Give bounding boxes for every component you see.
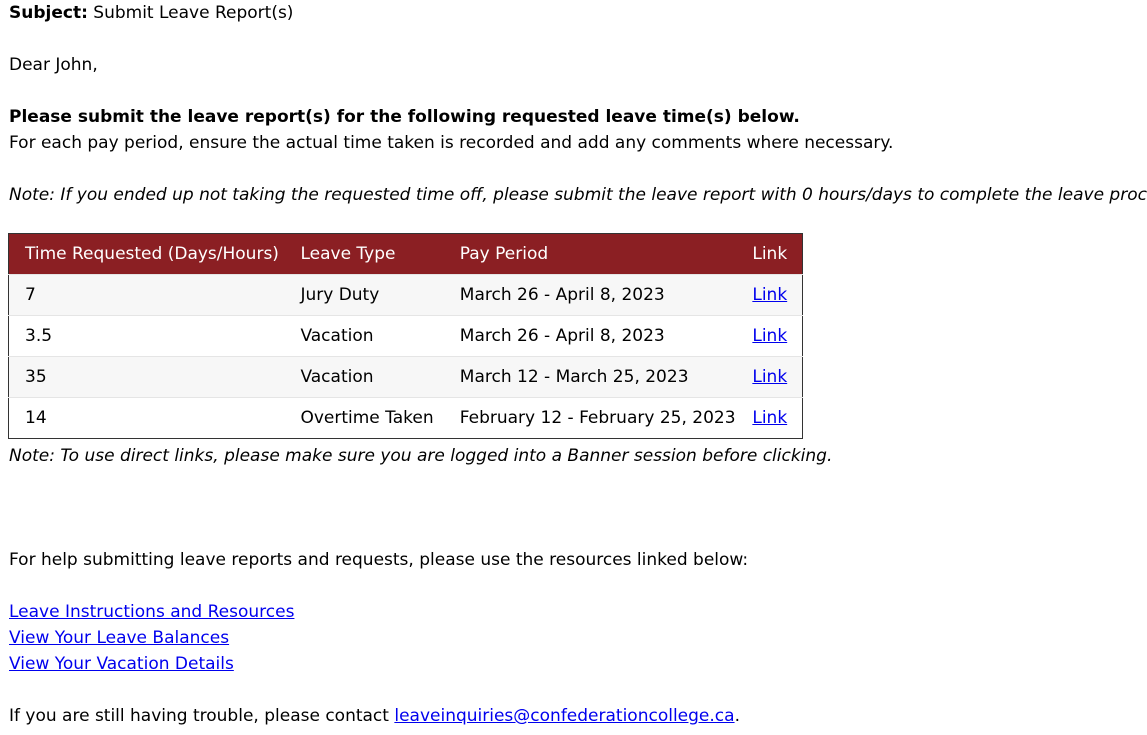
cell-leave-type: Vacation [300,315,460,357]
header-leave-type: Leave Type [300,233,460,275]
cell-leave-type: Vacation [300,356,460,398]
resource-link-instructions[interactable]: Leave Instructions and Resources [9,602,294,622]
intro-heading: Please submit the leave report(s) for th… [9,107,800,127]
greeting: Dear John, [9,55,98,75]
note-bottom: Note: To use direct links, please make s… [9,446,833,466]
help-text: For help submitting leave reports and re… [9,550,749,570]
row-link[interactable]: Link [752,285,787,305]
contact-line: If you are still having trouble, please … [9,705,740,727]
cell-pay-period: March 26 - April 8, 2023 [459,315,753,357]
header-time-requested: Time Requested (Days/Hours) [8,233,301,275]
table-row: 14 Overtime Taken February 12 - February… [8,397,803,439]
cell-time: 3.5 [8,315,301,357]
contact-email-link[interactable]: leaveinquiries@confederationcollege.ca [394,706,734,726]
contact-prefix: If you are still having trouble, please … [9,706,395,726]
cell-pay-period: March 26 - April 8, 2023 [459,274,753,316]
subject-text: Submit Leave Report(s) [87,3,294,23]
row-link[interactable]: Link [752,408,787,428]
header-link: Link [752,233,803,275]
cell-time: 7 [8,274,301,316]
row-link[interactable]: Link [752,367,787,387]
cell-pay-period: March 12 - March 25, 2023 [459,356,753,398]
cell-pay-period: February 12 - February 25, 2023 [459,397,753,439]
cell-time: 35 [8,356,301,398]
subject-line: Subject: Submit Leave Report(s) [9,2,293,24]
table-row: 7 Jury Duty March 26 - April 8, 2023 Lin… [8,274,803,316]
cell-time: 14 [8,397,301,439]
row-link[interactable]: Link [752,326,787,346]
cell-leave-type: Overtime Taken [300,397,460,439]
table-row: 3.5 Vacation March 26 - April 8, 2023 Li… [8,315,803,357]
resource-link-leave-balances[interactable]: View Your Leave Balances [9,628,229,648]
intro-text: For each pay period, ensure the actual t… [9,133,894,153]
table-row: 35 Vacation March 12 - March 25, 2023 Li… [8,356,803,398]
contact-suffix: . [734,706,740,726]
leave-table: Time Requested (Days/Hours) Leave Type P… [8,233,803,439]
resource-link-vacation-details[interactable]: View Your Vacation Details [9,654,234,674]
subject-label: Subject: [9,3,88,23]
table-header-row: Time Requested (Days/Hours) Leave Type P… [8,233,803,275]
note-top: Note: If you ended up not taking the req… [9,185,1147,205]
header-pay-period: Pay Period [459,233,753,275]
cell-leave-type: Jury Duty [300,274,460,316]
